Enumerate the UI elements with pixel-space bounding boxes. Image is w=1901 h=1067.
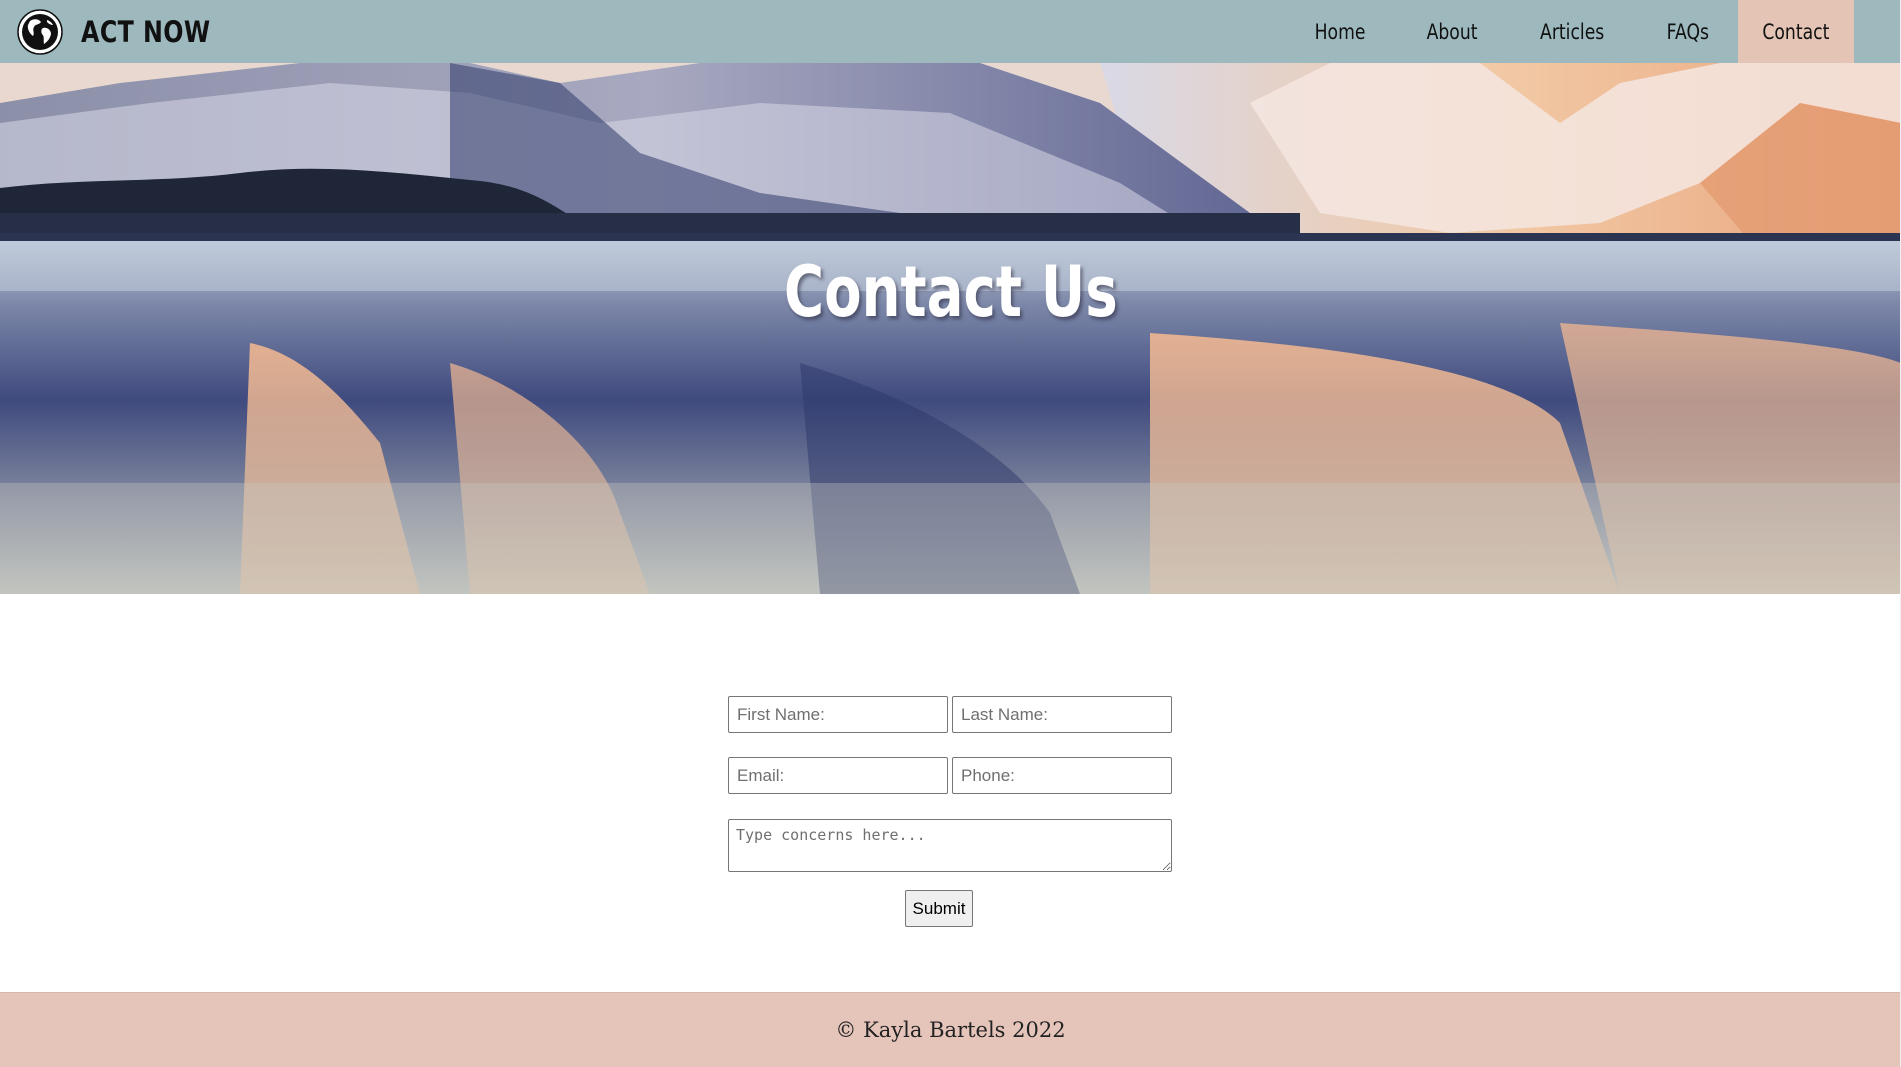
footer: © Kayla Bartels 2022 xyxy=(0,992,1901,1067)
page-title-text: Contact Us xyxy=(783,251,1118,333)
nav-link-home-label: Home xyxy=(1314,19,1366,44)
nav-link-faqs-label: FAQs xyxy=(1666,19,1709,44)
submit-button[interactable]: Submit xyxy=(905,890,973,927)
nav-link-about[interactable]: About xyxy=(1396,0,1508,63)
nav-links: Home About Articles FAQs Contact xyxy=(1284,0,1854,63)
top-navbar: ACT NOW Home About Articles FAQs Contact xyxy=(0,0,1901,63)
email-input[interactable] xyxy=(728,757,948,794)
brand[interactable]: ACT NOW xyxy=(17,8,239,55)
phone-input[interactable] xyxy=(952,757,1172,794)
hero-banner: Contact Us xyxy=(0,63,1901,594)
globe-icon xyxy=(17,8,63,55)
contact-form: Submit xyxy=(0,594,1901,992)
nav-link-articles-label: Articles xyxy=(1540,19,1605,44)
copyright-text: © Kayla Bartels 2022 xyxy=(835,1018,1066,1042)
first-name-input[interactable] xyxy=(728,696,948,733)
nav-link-contact[interactable]: Contact xyxy=(1738,0,1854,63)
brand-name: ACT NOW xyxy=(81,14,211,49)
concerns-textarea[interactable] xyxy=(728,819,1172,872)
page-title: Contact Us xyxy=(0,251,1901,333)
nav-link-home[interactable]: Home xyxy=(1284,0,1396,63)
last-name-input[interactable] xyxy=(952,696,1172,733)
nav-link-articles[interactable]: Articles xyxy=(1508,0,1636,63)
nav-link-contact-label: Contact xyxy=(1762,19,1830,44)
nav-link-faqs[interactable]: FAQs xyxy=(1637,0,1739,63)
nav-link-about-label: About xyxy=(1426,19,1478,44)
